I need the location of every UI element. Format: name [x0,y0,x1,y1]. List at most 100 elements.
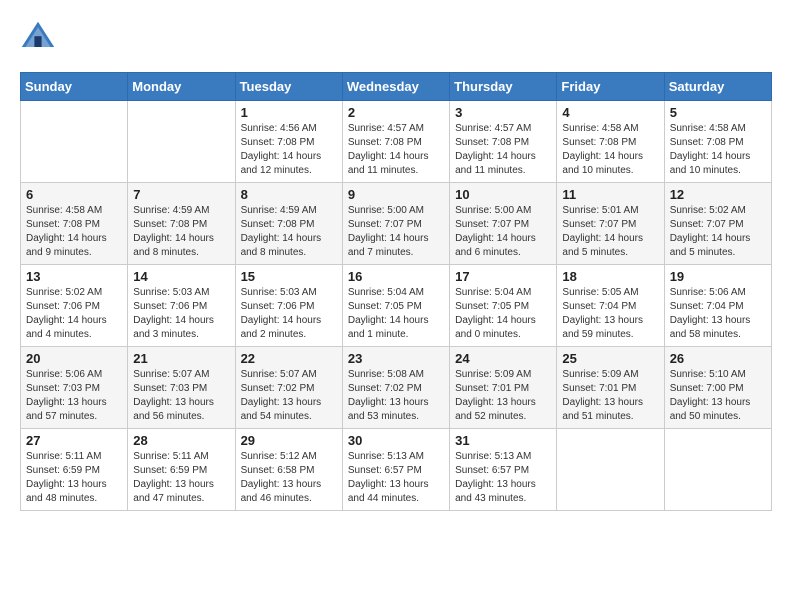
day-detail: Sunrise: 5:06 AMSunset: 7:03 PMDaylight:… [26,368,122,424]
calendar-cell: 1 Sunrise: 4:56 AMSunset: 7:08 PMDaylight… [235,101,342,183]
day-detail: Sunrise: 5:13 AMSunset: 6:57 PMDaylight:… [455,450,551,506]
day-detail: Sunrise: 5:08 AMSunset: 7:02 PMDaylight:… [348,368,444,424]
day-detail: Sunrise: 5:00 AMSunset: 7:07 PMDaylight:… [348,204,444,260]
logo-icon [20,20,56,56]
weekday-header: Tuesday [235,73,342,101]
logo [20,20,60,56]
calendar-cell [557,429,664,511]
day-detail: Sunrise: 5:04 AMSunset: 7:05 PMDaylight:… [455,286,551,342]
calendar-week-row: 20 Sunrise: 5:06 AMSunset: 7:03 PMDayligh… [21,347,772,429]
calendar-cell: 9 Sunrise: 5:00 AMSunset: 7:07 PMDaylight… [342,183,449,265]
calendar-cell: 23 Sunrise: 5:08 AMSunset: 7:02 PMDayligh… [342,347,449,429]
weekday-header: Friday [557,73,664,101]
day-detail: Sunrise: 5:11 AMSunset: 6:59 PMDaylight:… [133,450,229,506]
day-detail: Sunrise: 5:11 AMSunset: 6:59 PMDaylight:… [26,450,122,506]
calendar-cell: 13 Sunrise: 5:02 AMSunset: 7:06 PMDayligh… [21,265,128,347]
day-number: 7 [133,187,229,202]
day-detail: Sunrise: 5:09 AMSunset: 7:01 PMDaylight:… [562,368,658,424]
calendar-cell: 31 Sunrise: 5:13 AMSunset: 6:57 PMDayligh… [450,429,557,511]
calendar-cell: 22Sunrise: 5:07 AMSunset: 7:02 PMDayligh… [235,347,342,429]
day-number: 19 [670,269,766,284]
day-number: 9 [348,187,444,202]
page-header [20,20,772,56]
calendar-week-row: 13 Sunrise: 5:02 AMSunset: 7:06 PMDayligh… [21,265,772,347]
day-number: 17 [455,269,551,284]
calendar-cell: 15 Sunrise: 5:03 AMSunset: 7:06 PMDayligh… [235,265,342,347]
calendar-week-row: 27 Sunrise: 5:11 AMSunset: 6:59 PMDayligh… [21,429,772,511]
day-detail: Sunrise: 4:57 AMSunset: 7:08 PMDaylight:… [455,122,551,178]
calendar-cell: 14 Sunrise: 5:03 AMSunset: 7:06 PMDayligh… [128,265,235,347]
calendar-cell [21,101,128,183]
calendar-cell: 28Sunrise: 5:11 AMSunset: 6:59 PMDayligh… [128,429,235,511]
calendar-cell: 4 Sunrise: 4:58 AMSunset: 7:08 PMDaylight… [557,101,664,183]
calendar-cell: 12 Sunrise: 5:02 AMSunset: 7:07 PMDayligh… [664,183,771,265]
calendar-table: SundayMondayTuesdayWednesdayThursdayFrid… [20,72,772,511]
day-detail: Sunrise: 5:06 AMSunset: 7:04 PMDaylight:… [670,286,766,342]
calendar-cell: 16 Sunrise: 5:04 AMSunset: 7:05 PMDayligh… [342,265,449,347]
day-number: 20 [26,351,122,366]
day-number: 16 [348,269,444,284]
day-detail: Sunrise: 5:01 AMSunset: 7:07 PMDaylight:… [562,204,658,260]
weekday-header: Sunday [21,73,128,101]
calendar-cell: 10 Sunrise: 5:00 AMSunset: 7:07 PMDayligh… [450,183,557,265]
calendar-cell: 6 Sunrise: 4:58 AMSunset: 7:08 PMDaylight… [21,183,128,265]
day-number: 13 [26,269,122,284]
day-detail: Sunrise: 4:58 AMSunset: 7:08 PMDaylight:… [670,122,766,178]
day-number: 10 [455,187,551,202]
calendar-cell: 21 Sunrise: 5:07 AMSunset: 7:03 PMDayligh… [128,347,235,429]
day-detail: Sunrise: 5:13 AMSunset: 6:57 PMDaylight:… [348,450,444,506]
day-detail: Sunrise: 5:00 AMSunset: 7:07 PMDaylight:… [455,204,551,260]
calendar-header-row: SundayMondayTuesdayWednesdayThursdayFrid… [21,73,772,101]
day-number: 11 [562,187,658,202]
day-number: 3 [455,105,551,120]
calendar-cell: 20 Sunrise: 5:06 AMSunset: 7:03 PMDayligh… [21,347,128,429]
day-number: 15 [241,269,337,284]
day-number: 14 [133,269,229,284]
day-detail: Sunrise: 4:58 AMSunset: 7:08 PMDaylight:… [562,122,658,178]
weekday-header: Thursday [450,73,557,101]
day-number: 27 [26,433,122,448]
day-number: 25 [562,351,658,366]
day-number: 24 [455,351,551,366]
day-detail: Sunrise: 5:07 AMSunset: 7:03 PMDaylight:… [133,368,229,424]
weekday-header: Wednesday [342,73,449,101]
calendar-cell: 27 Sunrise: 5:11 AMSunset: 6:59 PMDayligh… [21,429,128,511]
day-number: 2 [348,105,444,120]
day-detail: Sunrise: 5:03 AMSunset: 7:06 PMDaylight:… [133,286,229,342]
day-number: 23 [348,351,444,366]
day-detail: Sunrise: 5:09 AMSunset: 7:01 PMDaylight:… [455,368,551,424]
day-number: 5 [670,105,766,120]
day-detail: Sunrise: 4:59 AMSunset: 7:08 PMDaylight:… [133,204,229,260]
day-number: 6 [26,187,122,202]
day-detail: Sunrise: 4:56 AMSunset: 7:08 PMDaylight:… [241,122,337,178]
weekday-header: Monday [128,73,235,101]
calendar-cell: 25 Sunrise: 5:09 AMSunset: 7:01 PMDayligh… [557,347,664,429]
day-detail: Sunrise: 5:07 AMSunset: 7:02 PMDaylight:… [241,368,337,424]
day-number: 21 [133,351,229,366]
day-number: 4 [562,105,658,120]
day-detail: Sunrise: 5:03 AMSunset: 7:06 PMDaylight:… [241,286,337,342]
calendar-week-row: 1 Sunrise: 4:56 AMSunset: 7:08 PMDaylight… [21,101,772,183]
day-detail: Sunrise: 5:02 AMSunset: 7:06 PMDaylight:… [26,286,122,342]
calendar-cell: 30 Sunrise: 5:13 AMSunset: 6:57 PMDayligh… [342,429,449,511]
day-number: 30 [348,433,444,448]
calendar-cell: 24 Sunrise: 5:09 AMSunset: 7:01 PMDayligh… [450,347,557,429]
calendar-cell: 7 Sunrise: 4:59 AMSunset: 7:08 PMDaylight… [128,183,235,265]
calendar-cell [128,101,235,183]
calendar-cell [664,429,771,511]
day-detail: Sunrise: 5:02 AMSunset: 7:07 PMDaylight:… [670,204,766,260]
calendar-cell: 8Sunrise: 4:59 AMSunset: 7:08 PMDaylight… [235,183,342,265]
day-detail: Sunrise: 5:04 AMSunset: 7:05 PMDaylight:… [348,286,444,342]
day-detail: Sunrise: 5:12 AMSunset: 6:58 PMDaylight:… [241,450,337,506]
day-detail: Sunrise: 4:58 AMSunset: 7:08 PMDaylight:… [26,204,122,260]
calendar-cell: 26Sunrise: 5:10 AMSunset: 7:00 PMDayligh… [664,347,771,429]
weekday-header: Saturday [664,73,771,101]
day-number: 12 [670,187,766,202]
day-number: 8 [241,187,337,202]
calendar-cell: 3 Sunrise: 4:57 AMSunset: 7:08 PMDaylight… [450,101,557,183]
day-number: 1 [241,105,337,120]
calendar-week-row: 6 Sunrise: 4:58 AMSunset: 7:08 PMDaylight… [21,183,772,265]
day-detail: Sunrise: 5:05 AMSunset: 7:04 PMDaylight:… [562,286,658,342]
calendar-cell: 2Sunrise: 4:57 AMSunset: 7:08 PMDaylight… [342,101,449,183]
day-number: 31 [455,433,551,448]
